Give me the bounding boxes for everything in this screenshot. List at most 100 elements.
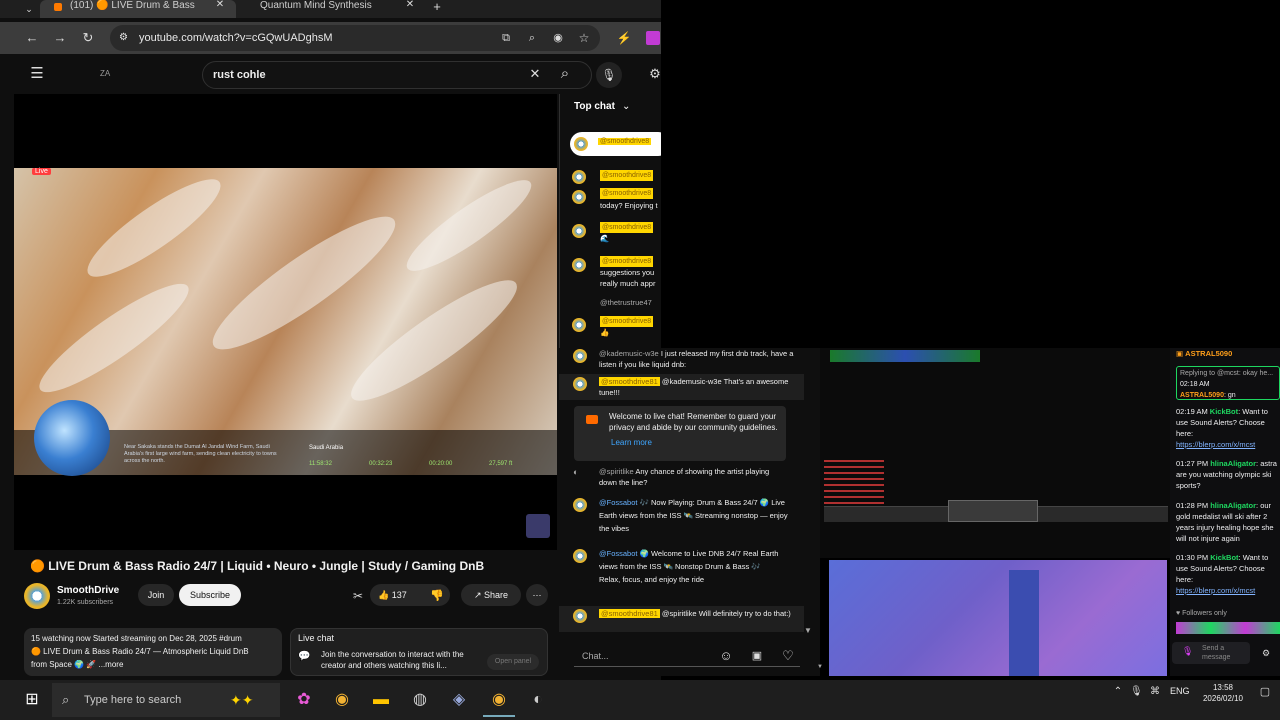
clock-date: 2026/02/10 — [1202, 694, 1244, 703]
resize-icon[interactable]: ▼ — [817, 664, 823, 670]
windows-start-icon[interactable]: ⊞ — [16, 683, 48, 717]
zoom-icon[interactable]: ⌕ — [524, 30, 540, 46]
copilot-icon[interactable]: ✿ — [288, 683, 320, 717]
thumbs-up-icon: 👍 — [378, 590, 390, 600]
url-text: youtube.com/watch?v=cGQwUADghsM — [139, 32, 333, 44]
join-button[interactable]: Join — [138, 584, 174, 606]
pinned-message[interactable]: @smoothdrive8 — [570, 132, 661, 156]
live-chat-teaser: Live chat 💬 Join the conversation to int… — [290, 628, 548, 676]
channel-watermark-icon[interactable] — [526, 514, 550, 538]
reload-icon[interactable]: ↻ — [80, 30, 96, 46]
top-chat-menu[interactable]: Top chat — [574, 101, 615, 112]
back-icon[interactable]: ← — [24, 30, 40, 46]
tab-live-dnb[interactable]: (101) 🟠 LIVE Drum & Bass ✕ — [40, 0, 236, 18]
menu-icon[interactable]: ☰ — [28, 66, 46, 82]
webcam-feed — [829, 560, 1167, 676]
game-window[interactable] — [820, 348, 1170, 558]
chat-message: @smoothdrive81 @spiritlike Will definite… — [559, 606, 804, 632]
site-info-icon[interactable]: ⚙ — [119, 25, 128, 51]
chat-input[interactable]: Chat... — [574, 645, 800, 667]
cast-icon[interactable]: ⧉ — [498, 30, 514, 46]
microphone-icon: 🎙 — [1182, 646, 1194, 656]
search-icon[interactable]: ⌕ — [556, 66, 574, 82]
chat-message: @smoothdrive81 @kademusic-w3e That's an … — [559, 374, 804, 400]
welcome-notice: Welcome to live chat! Remember to guard … — [574, 406, 786, 461]
scroll-down-icon[interactable]: ▼ — [804, 626, 812, 635]
video-frame[interactable]: Live Near Sakaka stands the Dumat Al Jan… — [14, 165, 557, 476]
bookmark-star-icon[interactable]: ☆ — [576, 30, 592, 46]
extension-icon[interactable] — [646, 31, 660, 45]
twitch-message: 02:19 AM KickBot: Want to use Sound Aler… — [1176, 407, 1268, 449]
forward-icon[interactable]: → — [52, 30, 68, 46]
overlay-stat-sunset: 00:32:23 — [369, 461, 393, 467]
network-icon[interactable]: ⌘ — [1148, 684, 1162, 700]
taskbar-search-placeholder: Type here to search — [84, 694, 182, 706]
globe-icon — [34, 400, 110, 476]
twitch-message: 01:28 PM hlinaAligator: our gold medalis… — [1176, 501, 1274, 543]
system-clock[interactable]: 13:58 2026/02/10 — [1196, 682, 1250, 704]
super-chat-icon[interactable]: ▣ — [749, 648, 765, 664]
overlay-location: Saudi Arabia — [309, 445, 344, 451]
cloud-shape — [76, 165, 232, 291]
file-explorer-icon[interactable]: ▬ — [365, 683, 397, 717]
close-icon[interactable]: ✕ — [214, 0, 226, 10]
game-hud-bar — [830, 350, 980, 362]
description-more[interactable]: from Space 🌍 🚀 ...more — [31, 658, 275, 671]
chat-panel-bottom: @kademusic-w3e I just released my first … — [559, 348, 820, 676]
close-icon[interactable]: ✕ — [404, 0, 416, 10]
chevron-down-icon[interactable]: ⌄ — [622, 101, 630, 112]
tab-label: Quantum Mind Synthesis — [260, 0, 372, 11]
subscribe-button[interactable]: Subscribe — [179, 584, 241, 606]
twitch-message: 01:30 PM KickBot: Want to use Sound Aler… — [1176, 553, 1269, 595]
tab-label: (101) 🟠 LIVE Drum & Bass — [70, 0, 195, 11]
live-chat-text: Join the conversation to interact with t… — [321, 650, 464, 670]
channel-avatar[interactable] — [24, 583, 50, 609]
share-button[interactable]: ↗ Share — [461, 584, 521, 606]
app-icon[interactable]: ◐ — [522, 683, 554, 717]
clock-time: 13:58 — [1212, 683, 1234, 692]
youtube-logo[interactable]: ZA — [100, 69, 110, 78]
tab-favicon-icon — [54, 3, 62, 11]
chrome-icon[interactable]: ◉ — [326, 683, 358, 717]
share-icon: ↗ — [473, 590, 482, 600]
more-actions-button[interactable]: ⋯ — [526, 584, 548, 606]
game-action-slots — [948, 500, 1038, 522]
cloud-shape — [28, 269, 200, 407]
create-icon[interactable]: ⚙ — [648, 66, 661, 82]
chrome-active-icon[interactable]: ◉ — [483, 683, 515, 717]
app-icon[interactable]: ◈ — [443, 683, 475, 717]
channel-name[interactable]: SmoothDrive — [57, 585, 119, 596]
cloud-shape — [339, 264, 529, 417]
heart-icon[interactable]: ♡ — [780, 648, 796, 664]
description-box[interactable]: 15 watching now Started streaming on Dec… — [24, 628, 282, 676]
learn-more-link[interactable]: Learn more — [611, 437, 778, 448]
thumbs-down-icon[interactable]: 👎 — [430, 588, 444, 604]
live-chat-title: Live chat — [298, 633, 335, 643]
avatar — [574, 137, 588, 151]
chat-placeholder: Chat... — [582, 651, 609, 661]
language-indicator[interactable]: ENG — [1170, 686, 1190, 696]
search-icon: ⌕ — [62, 692, 70, 707]
description-line: 🟠 LIVE Drum & Bass Radio 24/7 — Atmosphe… — [31, 647, 249, 656]
extension-icon[interactable]: ⚡ — [616, 30, 632, 46]
eye-off-icon[interactable]: ◉ — [550, 30, 566, 46]
emoji-icon[interactable]: ☺ — [718, 648, 734, 664]
live-badge: Live — [32, 168, 51, 175]
followers-only-label: ♥ Followers only — [1176, 610, 1227, 617]
tab-quantum-mind[interactable]: Quantum Mind Synthesis ✕ — [238, 0, 420, 18]
settings-icon[interactable]: ⚙ — [1262, 648, 1270, 659]
clear-search-icon[interactable]: ✕ — [527, 66, 543, 82]
taskbar-search[interactable]: ⌕ Type here to search ✦✦ — [52, 683, 280, 717]
open-panel-button[interactable]: Open panel — [487, 654, 539, 670]
chevron-up-icon[interactable]: ⌃ — [1112, 684, 1124, 700]
twitch-emote-row — [1176, 622, 1280, 634]
chat-messages-top: @smoothdrive8 @smoothdrive8 today? Enjoyi… — [570, 170, 661, 345]
clip-icon[interactable]: ✂ — [350, 588, 366, 604]
new-tab-icon[interactable]: + — [430, 0, 444, 15]
notification-icon[interactable]: ▢ — [1258, 684, 1272, 700]
tab-search-icon[interactable]: ⌄ — [22, 1, 36, 17]
video-title: 🟠 LIVE Drum & Bass Radio 24/7 | Liquid •… — [30, 559, 485, 573]
microphone-icon[interactable]: 🎙 — [1130, 684, 1143, 700]
steam-icon[interactable]: ◍ — [404, 683, 436, 717]
send-message-input[interactable]: 🎙 Send a message — [1172, 642, 1250, 664]
